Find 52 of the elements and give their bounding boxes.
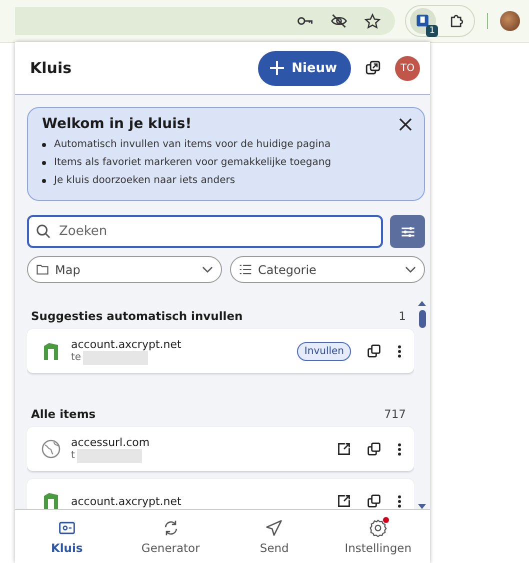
eye-off-icon[interactable] xyxy=(330,12,348,30)
vault-item[interactable]: accessurl.com t xyxy=(27,427,414,471)
item-count: 717 xyxy=(384,407,406,421)
user-avatar[interactable]: TO xyxy=(395,56,420,80)
launch-icon[interactable] xyxy=(337,494,351,508)
copy-icon[interactable] xyxy=(367,494,381,508)
filter-button[interactable] xyxy=(390,215,425,248)
item-count: 1 xyxy=(398,309,406,323)
redaction-block xyxy=(83,350,148,364)
filter-dropdown[interactable]: Map xyxy=(27,256,222,283)
pop-out-icon[interactable] xyxy=(365,60,381,76)
section-title: Suggesties automatisch invullen xyxy=(31,309,243,323)
plus-icon xyxy=(270,61,284,75)
new-button[interactable]: Nieuw xyxy=(258,50,351,86)
launch-icon[interactable] xyxy=(337,442,351,456)
site-logo-icon xyxy=(41,491,61,509)
welcome-title: Welkom in je kluis! xyxy=(42,116,192,132)
chevron-down-icon xyxy=(202,266,213,274)
search-field[interactable]: Zoeken xyxy=(27,215,383,248)
vault-item[interactable]: account.axcrypt.net te Invullen xyxy=(27,329,414,373)
item-username: te xyxy=(71,352,82,363)
copy-icon[interactable] xyxy=(367,344,381,358)
paper-plane-icon xyxy=(265,518,284,536)
site-logo-icon xyxy=(41,341,61,361)
extension-button[interactable]: 1 xyxy=(410,8,436,34)
extension-badge: 1 xyxy=(426,25,438,37)
section-title: Alle items xyxy=(31,407,96,421)
star-icon[interactable] xyxy=(364,12,381,30)
folder-icon xyxy=(36,263,49,276)
welcome-bullet: Je kluis doorzoeken naar iets anders xyxy=(54,174,236,188)
profile-avatar[interactable] xyxy=(500,11,520,31)
more-icon[interactable] xyxy=(397,442,402,456)
more-icon[interactable] xyxy=(397,494,402,508)
vault-title: Kluis xyxy=(30,59,73,77)
copy-icon[interactable] xyxy=(367,442,381,456)
item-name: accessurl.com xyxy=(71,436,151,448)
globe-icon xyxy=(41,439,61,459)
settings-icon xyxy=(369,518,388,536)
item-name: account.axcrypt.net xyxy=(71,494,182,508)
chevron-down-icon xyxy=(405,266,416,274)
list-icon xyxy=(239,263,252,276)
welcome-bullet: Items als favoriet markeren voor gemakkelijke toegang xyxy=(54,156,332,170)
filter-dropdown[interactable]: Categorie xyxy=(230,256,425,283)
welcome-bullet: Automatisch invullen van items voor de huidige pagina xyxy=(54,138,331,152)
redaction-block xyxy=(76,448,142,462)
item-username: t xyxy=(71,450,75,461)
item-name: account.axcrypt.net xyxy=(71,338,182,350)
vault-item[interactable]: account.axcrypt.net xyxy=(27,479,414,509)
more-icon[interactable] xyxy=(397,344,402,358)
close-icon[interactable] xyxy=(399,118,412,130)
fill-button[interactable]: Invullen xyxy=(297,342,351,360)
puzzle-icon[interactable] xyxy=(448,12,466,30)
